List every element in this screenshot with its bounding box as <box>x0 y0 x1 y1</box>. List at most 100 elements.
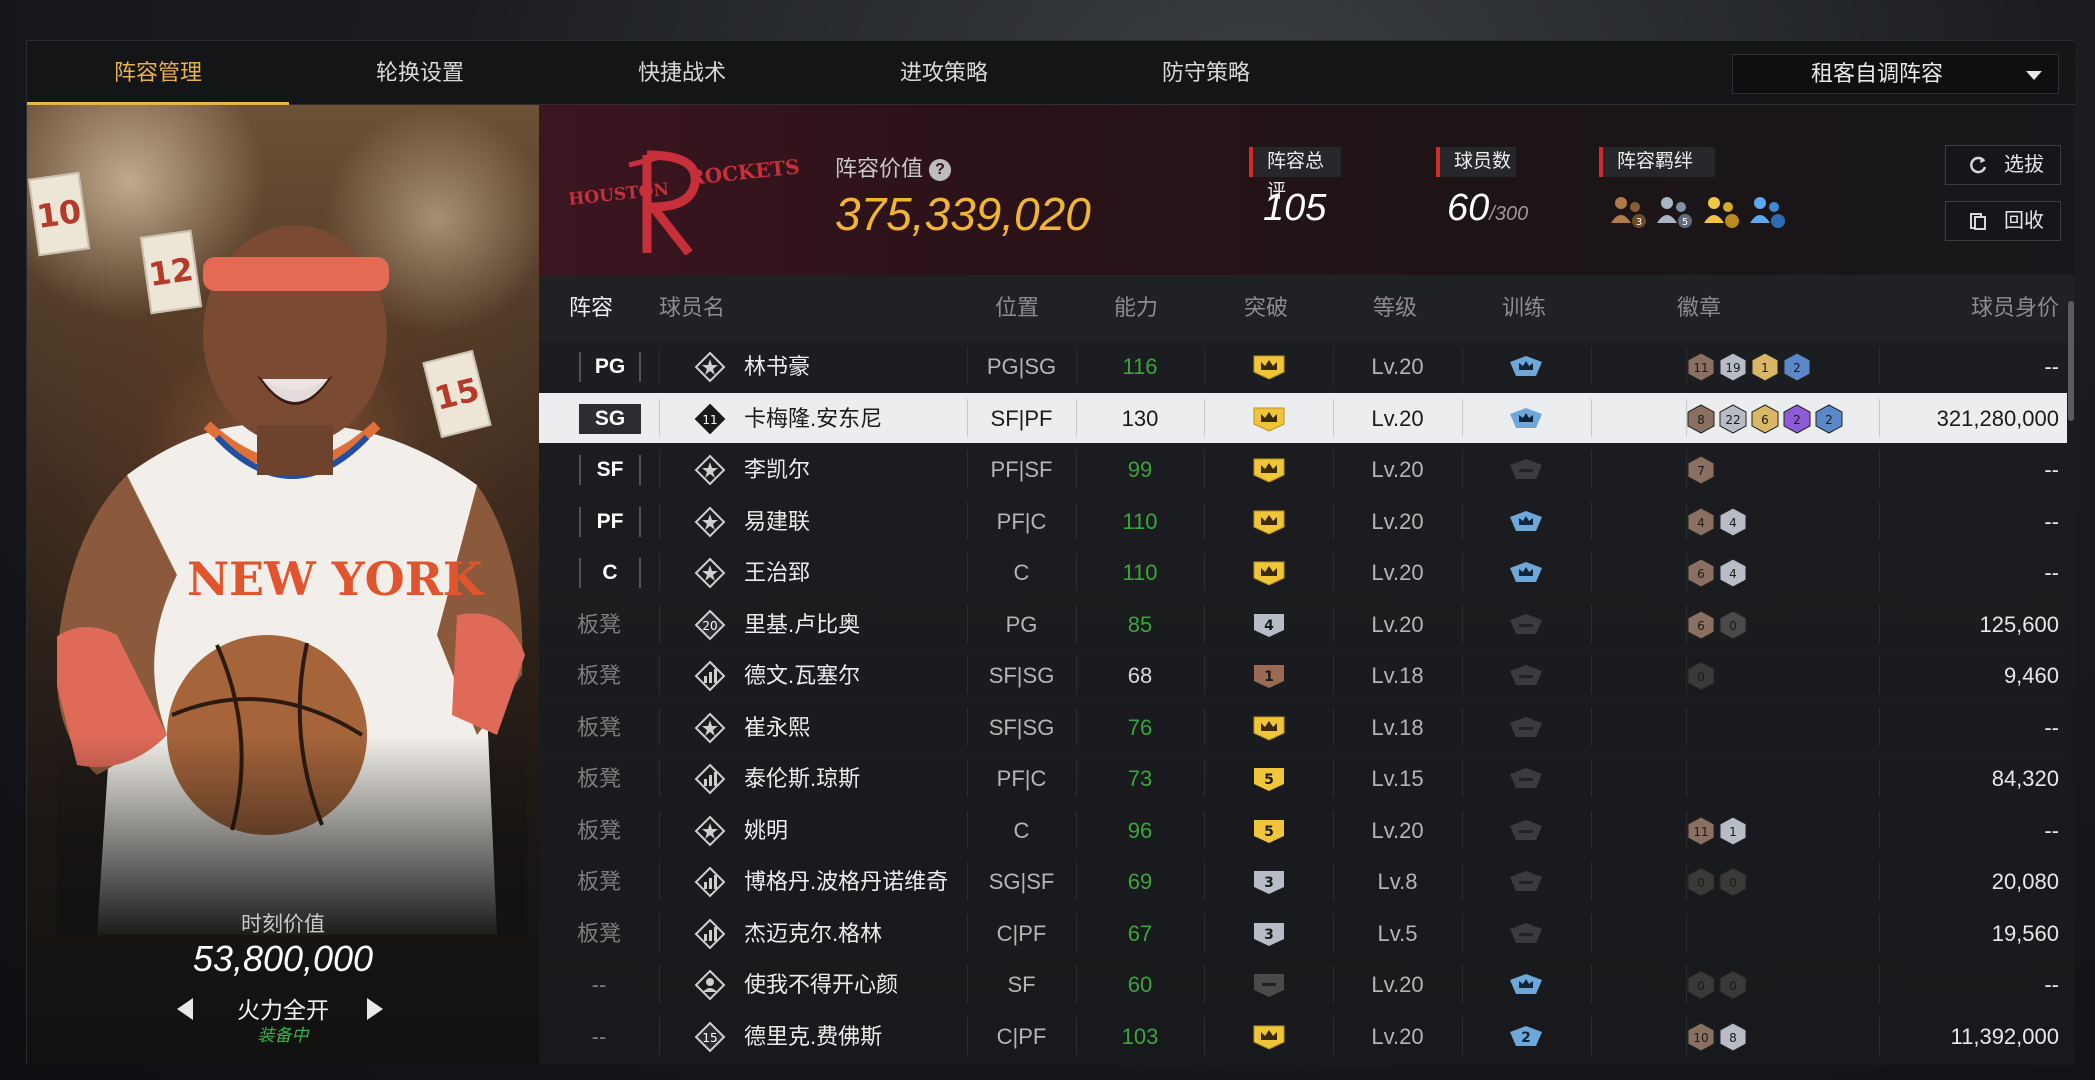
player-name[interactable]: 易建联 <box>744 496 810 547</box>
badge-icon[interactable]: 8 <box>1686 403 1716 434</box>
bench-slot: 板凳 <box>576 714 621 740</box>
col-player-name[interactable]: 球员名 <box>659 275 749 341</box>
col-ability[interactable]: 能力 <box>1076 275 1196 341</box>
player-name[interactable]: 博格丹.波格丹诺维奇 <box>744 856 948 907</box>
badge-icon[interactable]: 1 <box>1750 352 1780 382</box>
badge-icon[interactable]: 4 <box>1718 506 1748 537</box>
training-icon[interactable] <box>1506 354 1546 382</box>
col-breakthrough[interactable]: 突破 <box>1204 275 1328 341</box>
player-position: PG <box>1005 611 1038 637</box>
player-name[interactable]: 林书豪 <box>744 341 810 392</box>
help-icon[interactable]: ? <box>929 159 952 182</box>
table-row[interactable]: 板凳 姚明 C 96 5 Lv.20 11 1 -- <box>539 805 2067 856</box>
player-card[interactable]: 10 12 15 NEW YORK 时刻价值 53,800,000 火力全开 装… <box>27 105 539 1065</box>
badge-icon[interactable]: 2 <box>1782 403 1812 434</box>
position-slot-sf[interactable]: SF <box>579 455 641 485</box>
badge-icon[interactable]: 6 <box>1750 403 1780 434</box>
badge-icon[interactable]: 1 <box>1718 815 1748 846</box>
player-name[interactable]: 使我不得开心颜 <box>744 959 898 1010</box>
table-row[interactable]: 板凳 泰伦斯.琼斯 PF|C 73 5 Lv.15 84,320 <box>539 753 2067 804</box>
table-row[interactable]: 板凳 20 里基.卢比奥 PG 85 4 Lv.20 6 0 125,600 <box>539 599 2067 650</box>
col-lineup[interactable]: 阵容 <box>539 275 643 341</box>
training-locked-icon[interactable] <box>1506 921 1546 949</box>
svg-text:6: 6 <box>1697 567 1705 581</box>
table-row[interactable]: C 王治郅 C 110 Lv.20 6 4 -- <box>539 547 2067 598</box>
badge-icon[interactable]: 8 <box>1718 1021 1748 1052</box>
player-name[interactable]: 德里克.费佛斯 <box>744 1011 882 1062</box>
training-icon[interactable] <box>1506 406 1546 434</box>
table-row[interactable]: 板凳 德文.瓦塞尔 SF|SG 68 1 Lv.18 0 9,460 <box>539 650 2067 701</box>
tab-offense-strategy[interactable]: 进攻策略 <box>813 41 1075 105</box>
badge-icon[interactable]: 0 <box>1718 970 1748 1000</box>
badge-icon[interactable]: 11 <box>1686 815 1716 846</box>
lineup-dropdown[interactable]: 租客自调阵容 <box>1732 54 2059 94</box>
training-locked-icon[interactable] <box>1506 869 1546 897</box>
table-row[interactable]: PG 林书豪 PG|SG 116 Lv.20 11 19 1 2 -- <box>539 341 2067 392</box>
player-name[interactable]: 崔永熙 <box>744 702 810 753</box>
badge-icon[interactable]: 11 <box>1686 352 1716 382</box>
tab-rotation-settings[interactable]: 轮换设置 <box>289 41 551 105</box>
col-position[interactable]: 位置 <box>967 275 1067 341</box>
badge-icon[interactable]: 0 <box>1718 609 1748 640</box>
player-name[interactable]: 杰迈克尔.格林 <box>744 908 882 959</box>
player-name[interactable]: 里基.卢比奥 <box>744 599 860 650</box>
training-icon[interactable] <box>1506 560 1546 588</box>
synergy-icons[interactable]: 3 5 <box>1609 193 1790 234</box>
col-player-value[interactable]: 球员身价 <box>1879 275 2059 341</box>
badge-icon[interactable]: 0 <box>1686 970 1716 1000</box>
badge-icon[interactable]: 4 <box>1686 506 1716 537</box>
table-row[interactable]: 板凳 博格丹.波格丹诺维奇 SG|SF 69 3 Lv.8 0 0 20,080 <box>539 856 2067 907</box>
training-locked-icon[interactable] <box>1506 715 1546 743</box>
player-name[interactable]: 李凯尔 <box>744 444 810 495</box>
player-name[interactable]: 泰伦斯.琼斯 <box>744 753 860 804</box>
next-arrow-icon[interactable] <box>367 998 383 1020</box>
training-locked-icon[interactable] <box>1506 612 1546 640</box>
select-button[interactable]: 选拔 <box>1945 145 2061 185</box>
col-training[interactable]: 训练 <box>1462 275 1586 341</box>
player-name[interactable]: 卡梅隆.安东尼 <box>744 393 882 444</box>
badge-icon[interactable]: 10 <box>1686 1021 1716 1052</box>
recycle-button[interactable]: 回收 <box>1945 201 2061 241</box>
position-slot-sg[interactable]: SG <box>579 403 641 434</box>
table-row[interactable]: -- 使我不得开心颜 SF 60 Lv.20 0 0 -- <box>539 959 2067 1010</box>
badge-icon[interactable]: 0 <box>1718 867 1748 897</box>
position-slot-pf[interactable]: PF <box>579 506 641 537</box>
table-row[interactable]: 板凳 杰迈克尔.格林 C|PF 67 3 Lv.5 19,560 <box>539 908 2067 959</box>
player-name[interactable]: 德文.瓦塞尔 <box>744 650 860 701</box>
badge-icon[interactable]: 19 <box>1718 352 1748 382</box>
col-level[interactable]: 等级 <box>1333 275 1457 341</box>
table-row[interactable]: PF 易建联 PF|C 110 Lv.20 4 4 -- <box>539 496 2067 547</box>
badge-icon[interactable]: 4 <box>1718 558 1748 588</box>
training-icon[interactable] <box>1506 972 1546 1000</box>
svg-text:8: 8 <box>1729 1031 1737 1045</box>
badge-icon[interactable]: 7 <box>1686 455 1716 485</box>
col-badges[interactable]: 徽章 <box>1619 275 1779 341</box>
player-name[interactable]: 姚明 <box>744 805 788 856</box>
lineup-window: 阵容管理 轮换设置 快捷战术 进攻策略 防守策略 租客自调阵容 10 12 15 <box>26 40 2075 1065</box>
table-row[interactable]: SF 李凯尔 PF|SF 99 Lv.20 7 -- <box>539 444 2067 495</box>
badge-icon[interactable]: 22 <box>1718 403 1748 434</box>
training-icon[interactable] <box>1506 509 1546 537</box>
badge-icon[interactable]: 0 <box>1686 661 1716 691</box>
position-slot-c[interactable]: C <box>579 558 641 588</box>
tab-lineup-management[interactable]: 阵容管理 <box>27 41 289 105</box>
training-locked-icon[interactable] <box>1506 457 1546 485</box>
training-locked-icon[interactable] <box>1506 818 1546 846</box>
table-row[interactable]: -- 15 德里克.费佛斯 C|PF 103 Lv.20 2 10 8 11,392,000 <box>539 1011 2067 1062</box>
badge-icon[interactable]: 2 <box>1814 403 1844 434</box>
tab-quick-tactics[interactable]: 快捷战术 <box>551 41 813 105</box>
svg-text:5: 5 <box>1264 824 1274 840</box>
position-slot-pg[interactable]: PG <box>579 352 641 382</box>
table-row[interactable]: 板凳 崔永熙 SF|SG 76 Lv.18 -- <box>539 702 2067 753</box>
player-name[interactable]: 王治郅 <box>744 547 810 598</box>
badge-icon[interactable]: 2 <box>1782 352 1812 382</box>
table-row[interactable]: SG 11 卡梅隆.安东尼 SF|PF 130 Lv.20 8 22 6 2 2 321,280,00… <box>539 392 2067 444</box>
badge-icon[interactable]: 6 <box>1686 609 1716 640</box>
training-locked-icon[interactable] <box>1506 663 1546 691</box>
badge-icon[interactable]: 6 <box>1686 558 1716 588</box>
scrollbar[interactable] <box>2068 301 2074 421</box>
training-locked-icon[interactable] <box>1506 766 1546 794</box>
badge-icon[interactable]: 0 <box>1686 867 1716 897</box>
tab-defense-strategy[interactable]: 防守策略 <box>1075 41 1337 105</box>
training-icon[interactable]: 2 <box>1506 1024 1546 1052</box>
